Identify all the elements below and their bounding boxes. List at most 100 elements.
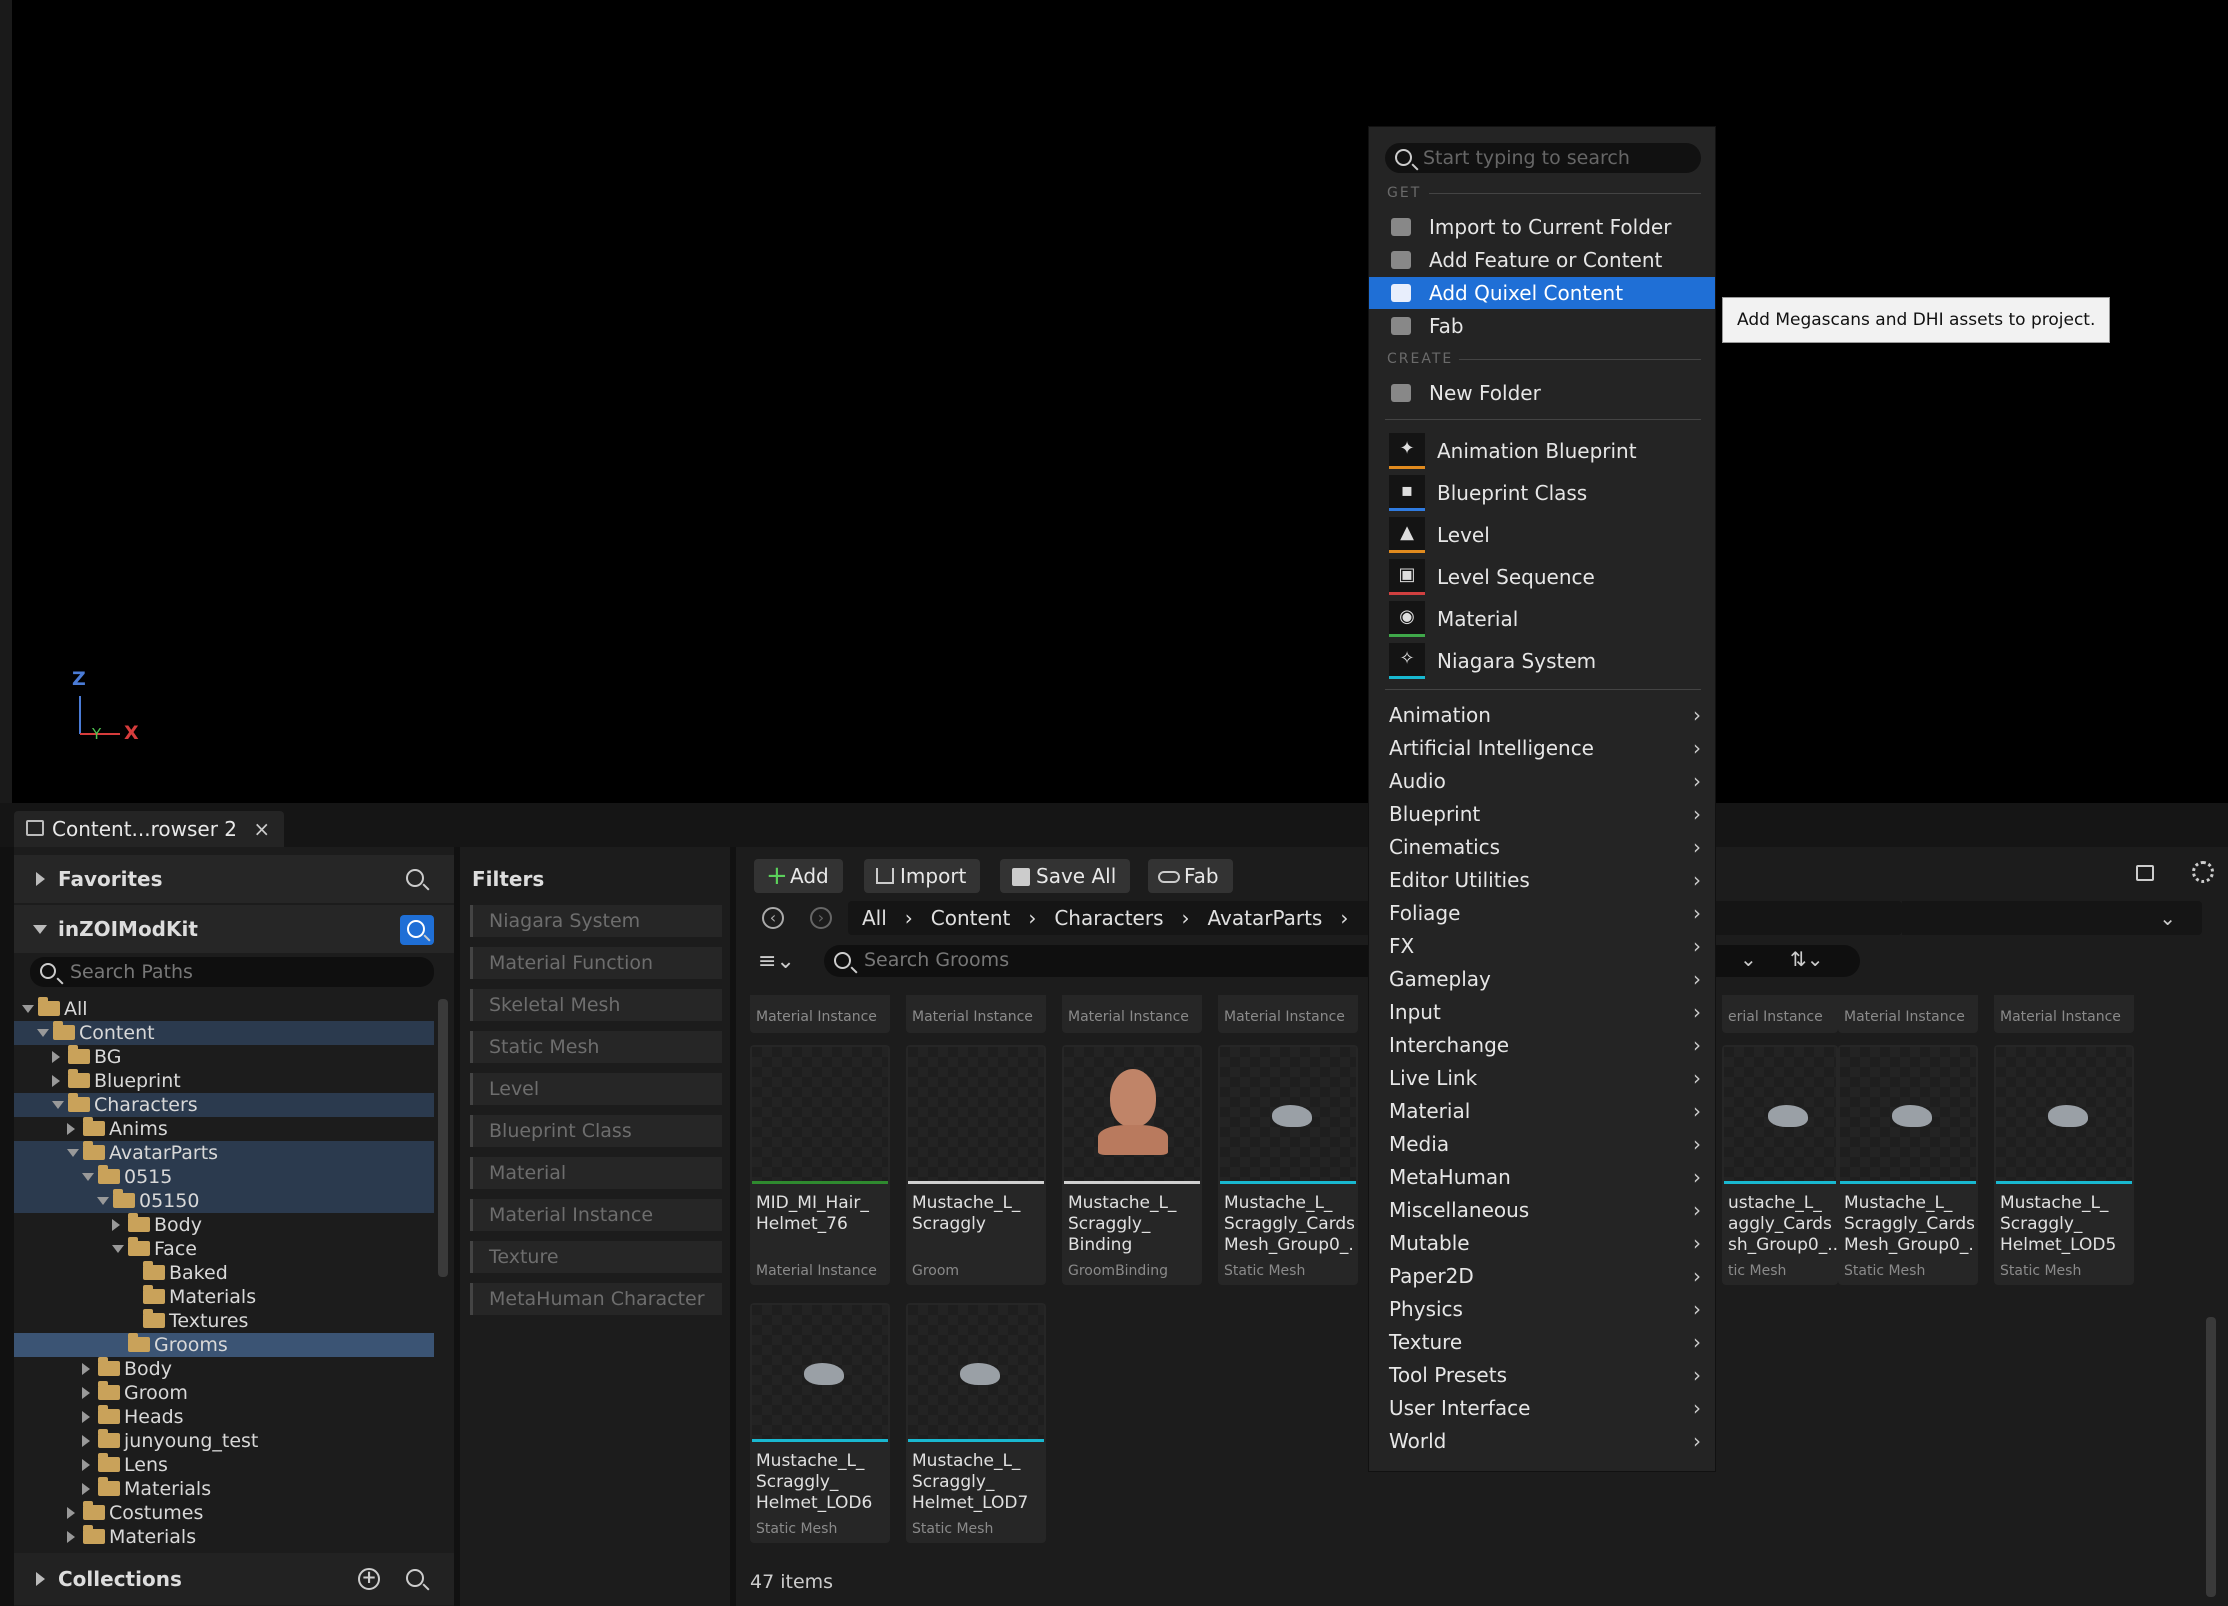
submenu-item[interactable]: World › bbox=[1369, 1425, 1715, 1457]
content-browser-tab[interactable]: Content...rowser 2 × bbox=[14, 811, 285, 847]
asset-tile[interactable]: MID_MI_Hair_ Helmet_76 Material Instance bbox=[750, 1045, 890, 1285]
filter-chip[interactable]: Level bbox=[470, 1073, 722, 1105]
forward-arrow-icon[interactable]: › bbox=[810, 907, 832, 929]
filter-chip[interactable]: Material bbox=[470, 1157, 722, 1189]
asset-tile[interactable]: Material Instance bbox=[1218, 995, 1358, 1033]
submenu-item[interactable]: Animation › bbox=[1369, 699, 1715, 731]
tree-folder[interactable]: Blueprint bbox=[14, 1069, 434, 1093]
collapse-arrow-icon[interactable] bbox=[112, 1237, 126, 1261]
submenu-item[interactable]: Blueprint › bbox=[1369, 798, 1715, 830]
tree-folder[interactable]: All bbox=[14, 997, 434, 1021]
create-asset-item[interactable]: ▣ Level Sequence bbox=[1369, 557, 1715, 597]
chevron-right-icon[interactable]: › bbox=[905, 906, 913, 930]
expand-arrow-icon[interactable] bbox=[82, 1405, 96, 1429]
submenu-item[interactable]: Cinematics › bbox=[1369, 831, 1715, 863]
new-folder-item[interactable]: New Folder bbox=[1369, 377, 1715, 409]
asset-tile[interactable]: Mustache_L_ Scraggly_Cards Mesh_Group0_.… bbox=[1218, 1045, 1358, 1285]
project-header[interactable]: inZOIModKit bbox=[14, 905, 454, 953]
create-asset-item[interactable]: ✧ Niagara System bbox=[1369, 641, 1715, 681]
submenu-item[interactable]: Paper2D › bbox=[1369, 1260, 1715, 1292]
collapse-arrow-icon[interactable] bbox=[67, 1141, 81, 1165]
expand-arrow-icon[interactable] bbox=[82, 1357, 96, 1381]
tree-scrollbar[interactable] bbox=[438, 999, 448, 1277]
collapse-arrow-icon[interactable] bbox=[52, 1093, 66, 1117]
breadcrumb-item[interactable]: Content bbox=[931, 906, 1011, 930]
filter-chip[interactable]: Niagara System bbox=[470, 905, 722, 937]
lock-icon[interactable] bbox=[2136, 865, 2154, 881]
add-button[interactable]: + Add bbox=[754, 859, 843, 893]
submenu-item[interactable]: Texture › bbox=[1369, 1326, 1715, 1358]
asset-tile[interactable]: Material Instance bbox=[750, 995, 890, 1033]
tree-folder[interactable]: Materials bbox=[14, 1285, 434, 1309]
collections-header[interactable]: Collections + bbox=[14, 1553, 454, 1605]
expand-arrow-icon[interactable] bbox=[67, 1525, 81, 1549]
import-button[interactable]: Import bbox=[864, 859, 981, 893]
create-asset-item[interactable]: ▪ Blueprint Class bbox=[1369, 473, 1715, 513]
menu-search-input[interactable]: Start typing to search bbox=[1385, 143, 1701, 173]
expand-arrow-icon[interactable] bbox=[52, 1045, 66, 1069]
asset-tile[interactable]: Mustache_L_ Scraggly_Cards Mesh_Group0_.… bbox=[1838, 1045, 1978, 1285]
asset-scrollbar[interactable] bbox=[2206, 1317, 2216, 1597]
asset-tile[interactable]: ustache_L_ aggly_Cards sh_Group0_... tic … bbox=[1722, 1045, 1843, 1285]
search-icon[interactable] bbox=[406, 869, 424, 887]
save-all-button[interactable]: Save All bbox=[1000, 859, 1131, 893]
filter-chip[interactable]: Material Instance bbox=[470, 1199, 722, 1231]
breadcrumb-item[interactable]: AvatarParts bbox=[1208, 906, 1323, 930]
search-paths-input[interactable]: Search Paths bbox=[30, 957, 434, 987]
fab-item[interactable]: Fab bbox=[1369, 310, 1715, 342]
submenu-item[interactable]: Artificial Intelligence › bbox=[1369, 732, 1715, 764]
chevron-right-icon[interactable]: › bbox=[1182, 906, 1190, 930]
asset-tile[interactable]: Material Instance bbox=[1994, 995, 2134, 1033]
submenu-item[interactable]: FX › bbox=[1369, 930, 1715, 962]
back-arrow-icon[interactable]: ‹ bbox=[762, 907, 784, 929]
submenu-item[interactable]: Input › bbox=[1369, 996, 1715, 1028]
breadcrumb-item[interactable]: Characters bbox=[1054, 906, 1163, 930]
tree-folder[interactable]: 05150 bbox=[14, 1189, 434, 1213]
tree-folder[interactable]: Body bbox=[14, 1213, 434, 1237]
expand-arrow-icon[interactable] bbox=[82, 1429, 96, 1453]
create-asset-item[interactable]: ✦ Animation Blueprint bbox=[1369, 431, 1715, 471]
filter-chip[interactable]: Material Function bbox=[470, 947, 722, 979]
submenu-item[interactable]: Media › bbox=[1369, 1128, 1715, 1160]
tree-folder[interactable]: Characters bbox=[14, 1093, 434, 1117]
expand-arrow-icon[interactable] bbox=[82, 1381, 96, 1405]
tree-folder[interactable]: Baked bbox=[14, 1261, 434, 1285]
asset-tile[interactable]: Mustache_L_ Scraggly_ Helmet_LOD5 Static … bbox=[1994, 1045, 2134, 1285]
submenu-item[interactable]: User Interface › bbox=[1369, 1392, 1715, 1424]
chevron-right-icon[interactable]: › bbox=[1028, 906, 1036, 930]
tree-folder[interactable]: Grooms bbox=[14, 1333, 434, 1357]
expand-arrow-icon[interactable] bbox=[112, 1213, 126, 1237]
submenu-item[interactable]: Interchange › bbox=[1369, 1029, 1715, 1061]
tree-folder[interactable]: Body bbox=[14, 1357, 434, 1381]
tree-folder[interactable]: junyoung_test bbox=[14, 1429, 434, 1453]
submenu-item[interactable]: Foliage › bbox=[1369, 897, 1715, 929]
level-viewport[interactable]: Z Y X bbox=[0, 0, 2228, 803]
filter-chip[interactable]: Texture bbox=[470, 1241, 722, 1273]
asset-tile[interactable]: Material Instance bbox=[906, 995, 1046, 1033]
tree-folder[interactable]: Heads bbox=[14, 1405, 434, 1429]
tree-folder[interactable]: AvatarParts bbox=[14, 1141, 434, 1165]
submenu-item[interactable]: MetaHuman › bbox=[1369, 1161, 1715, 1193]
tree-folder[interactable]: Materials bbox=[14, 1525, 434, 1549]
expand-arrow-icon[interactable] bbox=[52, 1069, 66, 1093]
favorites-header[interactable]: Favorites bbox=[14, 855, 454, 903]
submenu-item[interactable]: Mutable › bbox=[1369, 1227, 1715, 1259]
asset-tile[interactable]: Material Instance bbox=[1062, 995, 1202, 1033]
expand-arrow-icon[interactable] bbox=[82, 1453, 96, 1477]
asset-tile[interactable]: Mustache_L_ Scraggly_ Binding GroomBindin… bbox=[1062, 1045, 1202, 1285]
fab-button[interactable]: Fab bbox=[1148, 859, 1233, 893]
collapse-arrow-icon[interactable] bbox=[37, 1021, 51, 1045]
filter-chip[interactable]: MetaHuman Character bbox=[470, 1283, 722, 1315]
create-asset-item[interactable]: ◉ Material bbox=[1369, 599, 1715, 639]
create-asset-item[interactable]: ▲ Level bbox=[1369, 515, 1715, 555]
tree-folder[interactable]: BG bbox=[14, 1045, 434, 1069]
submenu-item[interactable]: Live Link › bbox=[1369, 1062, 1715, 1094]
chevron-right-icon[interactable]: › bbox=[1340, 906, 1348, 930]
tree-folder[interactable]: Face bbox=[14, 1237, 434, 1261]
tree-folder[interactable]: Materials bbox=[14, 1477, 434, 1501]
settings-gear-icon[interactable] bbox=[2192, 861, 2214, 883]
collapse-arrow-icon[interactable] bbox=[22, 997, 36, 1021]
search-icon[interactable] bbox=[406, 1569, 424, 1587]
asset-tile[interactable]: Mustache_L_ Scraggly Groom bbox=[906, 1045, 1046, 1285]
add-feature-pack-item[interactable]: Add Feature or Content Pack... bbox=[1369, 244, 1715, 304]
